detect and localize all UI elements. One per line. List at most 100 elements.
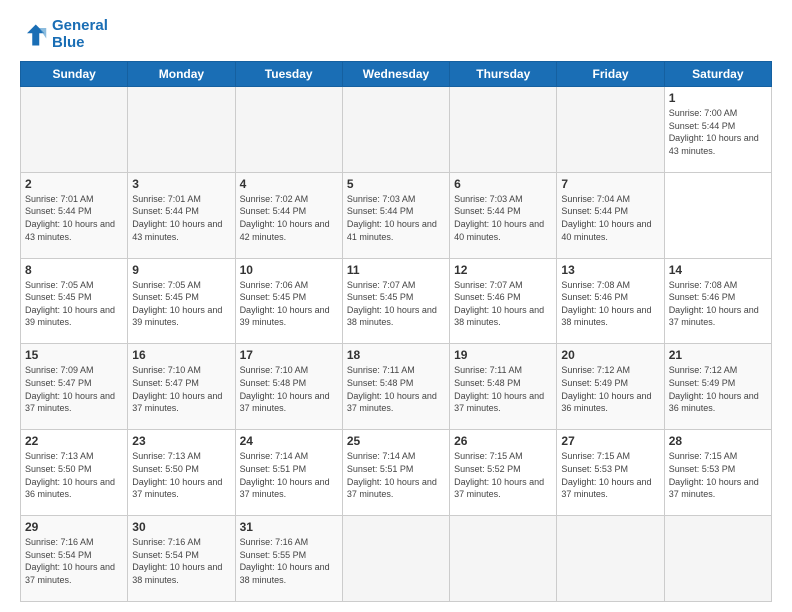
day-number: 20	[561, 348, 659, 362]
day-number: 8	[25, 263, 123, 277]
calendar-day-cell: 14 Sunrise: 7:08 AMSunset: 5:46 PMDaylig…	[664, 258, 771, 344]
day-number: 28	[669, 434, 767, 448]
day-detail: Sunrise: 7:01 AMSunset: 5:44 PMDaylight:…	[25, 194, 115, 242]
day-detail: Sunrise: 7:03 AMSunset: 5:44 PMDaylight:…	[454, 194, 544, 242]
calendar-day-cell: 17 Sunrise: 7:10 AMSunset: 5:48 PMDaylig…	[235, 344, 342, 430]
day-detail: Sunrise: 7:03 AMSunset: 5:44 PMDaylight:…	[347, 194, 437, 242]
day-detail: Sunrise: 7:12 AMSunset: 5:49 PMDaylight:…	[669, 365, 759, 413]
day-number: 16	[132, 348, 230, 362]
day-number: 23	[132, 434, 230, 448]
calendar-week-row: 29 Sunrise: 7:16 AMSunset: 5:54 PMDaylig…	[21, 516, 772, 602]
calendar-body: 1 Sunrise: 7:00 AMSunset: 5:44 PMDayligh…	[21, 87, 772, 602]
calendar-day-cell: 3 Sunrise: 7:01 AMSunset: 5:44 PMDayligh…	[128, 172, 235, 258]
day-number: 21	[669, 348, 767, 362]
day-detail: Sunrise: 7:10 AMSunset: 5:47 PMDaylight:…	[132, 365, 222, 413]
page: General Blue SundayMondayTuesdayWednesda…	[0, 0, 792, 612]
day-detail: Sunrise: 7:09 AMSunset: 5:47 PMDaylight:…	[25, 365, 115, 413]
day-detail: Sunrise: 7:04 AMSunset: 5:44 PMDaylight:…	[561, 194, 651, 242]
day-detail: Sunrise: 7:08 AMSunset: 5:46 PMDaylight:…	[669, 280, 759, 328]
calendar-day-cell	[450, 516, 557, 602]
calendar-header-row: SundayMondayTuesdayWednesdayThursdayFrid…	[21, 62, 772, 87]
day-detail: Sunrise: 7:11 AMSunset: 5:48 PMDaylight:…	[347, 365, 437, 413]
calendar-week-row: 15 Sunrise: 7:09 AMSunset: 5:47 PMDaylig…	[21, 344, 772, 430]
day-detail: Sunrise: 7:02 AMSunset: 5:44 PMDaylight:…	[240, 194, 330, 242]
calendar-day-cell: 6 Sunrise: 7:03 AMSunset: 5:44 PMDayligh…	[450, 172, 557, 258]
calendar-day-cell: 12 Sunrise: 7:07 AMSunset: 5:46 PMDaylig…	[450, 258, 557, 344]
day-number: 12	[454, 263, 552, 277]
calendar-day-cell	[557, 516, 664, 602]
day-number: 13	[561, 263, 659, 277]
day-of-week-header: Tuesday	[235, 62, 342, 87]
calendar-day-cell: 26 Sunrise: 7:15 AMSunset: 5:52 PMDaylig…	[450, 430, 557, 516]
calendar-day-cell	[342, 87, 449, 173]
calendar-day-cell: 9 Sunrise: 7:05 AMSunset: 5:45 PMDayligh…	[128, 258, 235, 344]
day-of-week-header: Thursday	[450, 62, 557, 87]
calendar-day-cell: 13 Sunrise: 7:08 AMSunset: 5:46 PMDaylig…	[557, 258, 664, 344]
calendar-day-cell: 1 Sunrise: 7:00 AMSunset: 5:44 PMDayligh…	[664, 87, 771, 173]
calendar-day-cell	[557, 87, 664, 173]
calendar-day-cell: 23 Sunrise: 7:13 AMSunset: 5:50 PMDaylig…	[128, 430, 235, 516]
logo-icon	[20, 21, 48, 49]
day-number: 26	[454, 434, 552, 448]
calendar-week-row: 22 Sunrise: 7:13 AMSunset: 5:50 PMDaylig…	[21, 430, 772, 516]
day-detail: Sunrise: 7:05 AMSunset: 5:45 PMDaylight:…	[25, 280, 115, 328]
day-detail: Sunrise: 7:16 AMSunset: 5:54 PMDaylight:…	[132, 537, 222, 585]
calendar-day-cell: 27 Sunrise: 7:15 AMSunset: 5:53 PMDaylig…	[557, 430, 664, 516]
calendar-day-cell	[235, 87, 342, 173]
day-detail: Sunrise: 7:07 AMSunset: 5:45 PMDaylight:…	[347, 280, 437, 328]
day-detail: Sunrise: 7:13 AMSunset: 5:50 PMDaylight:…	[132, 451, 222, 499]
calendar-week-row: 1 Sunrise: 7:00 AMSunset: 5:44 PMDayligh…	[21, 87, 772, 173]
calendar-day-cell: 29 Sunrise: 7:16 AMSunset: 5:54 PMDaylig…	[21, 516, 128, 602]
day-number: 4	[240, 177, 338, 191]
calendar-day-cell	[664, 516, 771, 602]
day-number: 2	[25, 177, 123, 191]
calendar-day-cell: 30 Sunrise: 7:16 AMSunset: 5:54 PMDaylig…	[128, 516, 235, 602]
calendar-day-cell: 24 Sunrise: 7:14 AMSunset: 5:51 PMDaylig…	[235, 430, 342, 516]
calendar-day-cell: 5 Sunrise: 7:03 AMSunset: 5:44 PMDayligh…	[342, 172, 449, 258]
day-detail: Sunrise: 7:15 AMSunset: 5:53 PMDaylight:…	[561, 451, 651, 499]
day-number: 29	[25, 520, 123, 534]
day-detail: Sunrise: 7:10 AMSunset: 5:48 PMDaylight:…	[240, 365, 330, 413]
calendar-day-cell	[21, 87, 128, 173]
day-number: 6	[454, 177, 552, 191]
calendar-week-row: 8 Sunrise: 7:05 AMSunset: 5:45 PMDayligh…	[21, 258, 772, 344]
day-detail: Sunrise: 7:15 AMSunset: 5:53 PMDaylight:…	[669, 451, 759, 499]
calendar-day-cell: 21 Sunrise: 7:12 AMSunset: 5:49 PMDaylig…	[664, 344, 771, 430]
day-of-week-header: Monday	[128, 62, 235, 87]
day-of-week-header: Saturday	[664, 62, 771, 87]
calendar-day-cell: 11 Sunrise: 7:07 AMSunset: 5:45 PMDaylig…	[342, 258, 449, 344]
calendar-day-cell	[450, 87, 557, 173]
logo-text: General Blue	[52, 18, 108, 51]
day-detail: Sunrise: 7:14 AMSunset: 5:51 PMDaylight:…	[347, 451, 437, 499]
calendar-day-cell: 20 Sunrise: 7:12 AMSunset: 5:49 PMDaylig…	[557, 344, 664, 430]
calendar-day-cell: 18 Sunrise: 7:11 AMSunset: 5:48 PMDaylig…	[342, 344, 449, 430]
day-detail: Sunrise: 7:12 AMSunset: 5:49 PMDaylight:…	[561, 365, 651, 413]
day-number: 17	[240, 348, 338, 362]
calendar-day-cell	[128, 87, 235, 173]
day-detail: Sunrise: 7:14 AMSunset: 5:51 PMDaylight:…	[240, 451, 330, 499]
calendar-day-cell: 22 Sunrise: 7:13 AMSunset: 5:50 PMDaylig…	[21, 430, 128, 516]
day-number: 5	[347, 177, 445, 191]
day-number: 9	[132, 263, 230, 277]
calendar-day-cell: 10 Sunrise: 7:06 AMSunset: 5:45 PMDaylig…	[235, 258, 342, 344]
calendar-day-cell: 7 Sunrise: 7:04 AMSunset: 5:44 PMDayligh…	[557, 172, 664, 258]
day-number: 22	[25, 434, 123, 448]
calendar-day-cell: 8 Sunrise: 7:05 AMSunset: 5:45 PMDayligh…	[21, 258, 128, 344]
day-of-week-header: Sunday	[21, 62, 128, 87]
calendar-day-cell: 25 Sunrise: 7:14 AMSunset: 5:51 PMDaylig…	[342, 430, 449, 516]
calendar-day-cell: 2 Sunrise: 7:01 AMSunset: 5:44 PMDayligh…	[21, 172, 128, 258]
day-detail: Sunrise: 7:11 AMSunset: 5:48 PMDaylight:…	[454, 365, 544, 413]
calendar-day-cell: 16 Sunrise: 7:10 AMSunset: 5:47 PMDaylig…	[128, 344, 235, 430]
day-detail: Sunrise: 7:16 AMSunset: 5:55 PMDaylight:…	[240, 537, 330, 585]
day-number: 14	[669, 263, 767, 277]
calendar-day-cell: 28 Sunrise: 7:15 AMSunset: 5:53 PMDaylig…	[664, 430, 771, 516]
calendar-day-cell: 4 Sunrise: 7:02 AMSunset: 5:44 PMDayligh…	[235, 172, 342, 258]
day-number: 24	[240, 434, 338, 448]
day-detail: Sunrise: 7:16 AMSunset: 5:54 PMDaylight:…	[25, 537, 115, 585]
day-number: 18	[347, 348, 445, 362]
day-detail: Sunrise: 7:06 AMSunset: 5:45 PMDaylight:…	[240, 280, 330, 328]
calendar-day-cell: 19 Sunrise: 7:11 AMSunset: 5:48 PMDaylig…	[450, 344, 557, 430]
day-number: 7	[561, 177, 659, 191]
day-number: 3	[132, 177, 230, 191]
day-detail: Sunrise: 7:00 AMSunset: 5:44 PMDaylight:…	[669, 108, 759, 156]
